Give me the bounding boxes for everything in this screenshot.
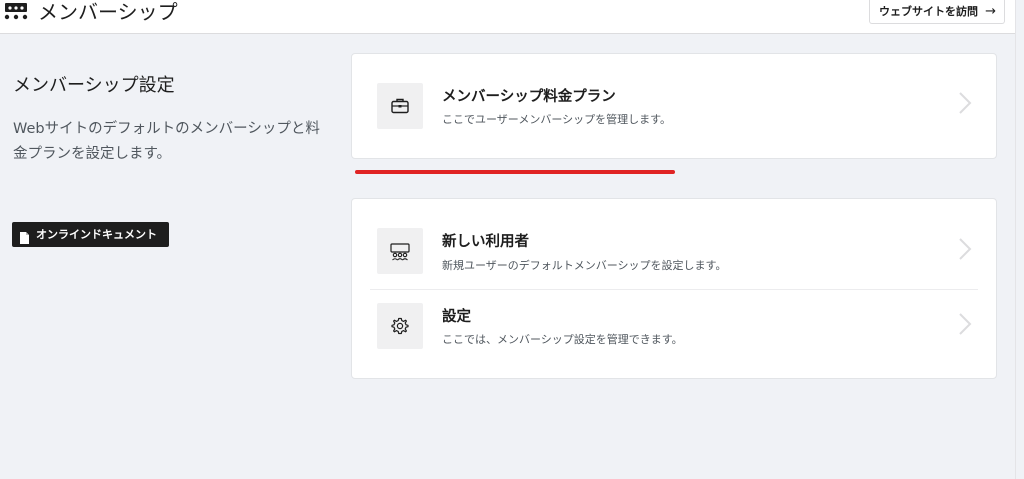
- settings-item[interactable]: 設定 ここでは、メンバーシップ設定を管理できます。: [352, 290, 996, 378]
- membership-logo-icon: [4, 2, 28, 24]
- users-icon: [377, 228, 423, 274]
- annotation-underline: [355, 170, 675, 174]
- online-docs-button[interactable]: オンラインドキュメント: [12, 222, 169, 247]
- item-description: ここでは、メンバーシップ設定を管理できます。: [442, 333, 683, 346]
- page-title: メンバーシップ: [38, 0, 178, 24]
- briefcase-icon: [377, 83, 423, 129]
- arrow-right-icon: →: [985, 4, 996, 19]
- top-header: メンバーシップ ウェブサイトを訪問 →: [0, 0, 1015, 34]
- pricing-plans-card: メンバーシップ料金プラン ここでユーザーメンバーシップを管理します。: [351, 53, 997, 159]
- gear-icon: [377, 303, 423, 349]
- item-title: 新しい利用者: [442, 234, 529, 250]
- chevron-right-icon: [959, 238, 972, 260]
- section-title: メンバーシップ設定: [13, 75, 175, 96]
- item-description: ここでユーザーメンバーシップを管理します。: [442, 113, 672, 126]
- section-description: Webサイトのデフォルトのメンバーシップと料金プランを設定します。: [13, 121, 320, 162]
- item-description: 新規ユーザーのデフォルトメンバーシップを設定します。: [442, 259, 727, 272]
- new-users-item[interactable]: 新しい利用者 新規ユーザーのデフォルトメンバーシップを設定します。: [352, 199, 996, 289]
- chevron-right-icon: [959, 313, 972, 335]
- online-docs-label: オンラインドキュメント: [36, 228, 157, 241]
- scrollbar[interactable]: [1015, 0, 1024, 479]
- item-title: 設定: [442, 309, 471, 325]
- pricing-plans-item[interactable]: メンバーシップ料金プラン ここでユーザーメンバーシップを管理します。: [352, 54, 996, 160]
- document-icon: [20, 228, 29, 244]
- visit-website-button[interactable]: ウェブサイトを訪問 →: [869, 0, 1005, 24]
- chevron-right-icon: [959, 92, 972, 114]
- visit-website-label: ウェブサイトを訪問: [879, 5, 978, 18]
- item-title: メンバーシップ料金プラン: [442, 89, 616, 105]
- membership-settings-card: 新しい利用者 新規ユーザーのデフォルトメンバーシップを設定します。 設定 ここで…: [351, 198, 997, 379]
